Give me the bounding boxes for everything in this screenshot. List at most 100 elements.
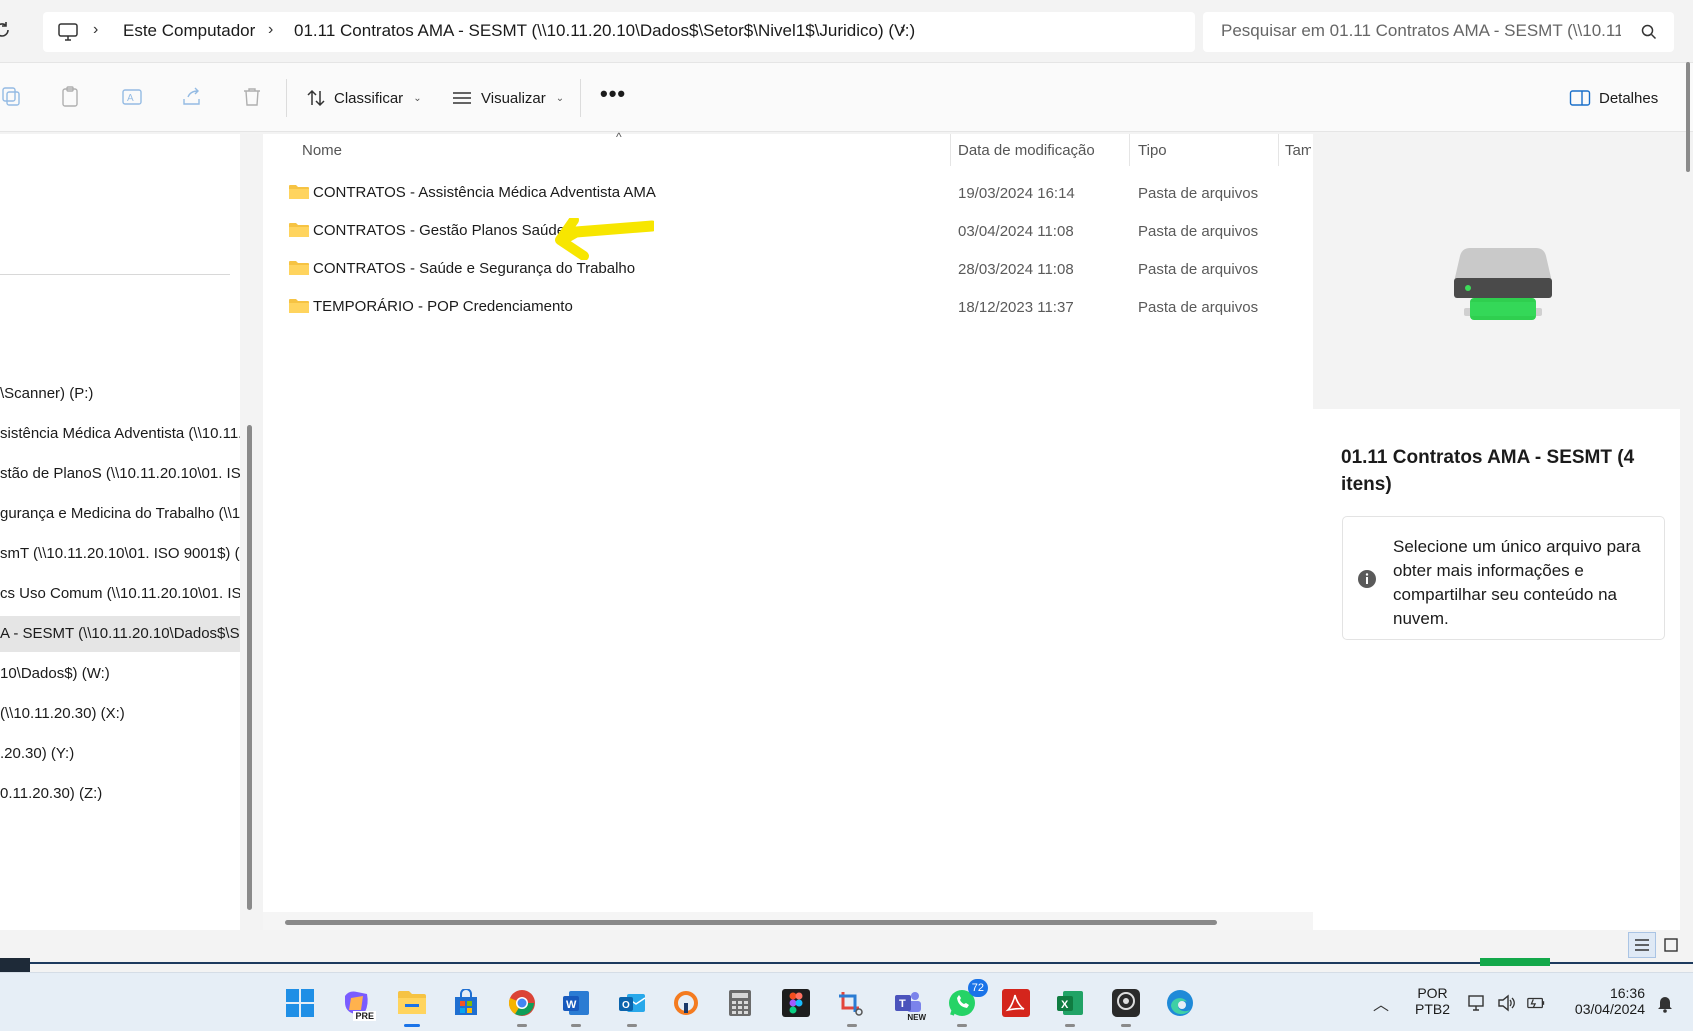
nav-item-drive-v-selected[interactable]: A - SESMT (\\10.11.20.10\Dados$\Se xyxy=(0,616,240,652)
calculator-app[interactable] xyxy=(724,987,756,1019)
window-edge xyxy=(0,958,30,972)
word-app[interactable]: W xyxy=(560,987,592,1027)
chrome-app[interactable] xyxy=(506,987,538,1027)
vpn-app[interactable] xyxy=(670,987,702,1019)
clock[interactable]: 16:36 03/04/2024 xyxy=(1565,985,1645,1017)
file-name: CONTRATOS - Gestão Planos Saúde xyxy=(313,222,566,239)
volume-icon[interactable] xyxy=(1496,993,1516,1013)
column-header-name[interactable]: Nome xyxy=(302,142,342,159)
running-indicator xyxy=(627,1024,637,1027)
svg-text:X: X xyxy=(1061,999,1069,1011)
clock-time: 16:36 xyxy=(1609,985,1645,1001)
keyboard-layout: PTB2 xyxy=(1414,1001,1450,1017)
nav-item-drive-uso-comum[interactable]: cs Uso Comum (\\10.11.20.10\01. ISC xyxy=(0,576,240,612)
window-scrollbar[interactable] xyxy=(1686,62,1690,172)
rename-icon[interactable]: A xyxy=(120,85,144,109)
search-input[interactable] xyxy=(1221,21,1621,41)
scissors-icon xyxy=(839,992,863,1016)
network-icon[interactable] xyxy=(1467,993,1487,1013)
excel-app[interactable]: X xyxy=(1054,987,1086,1027)
copilot-app[interactable]: PRE xyxy=(340,987,376,1021)
store-icon xyxy=(455,989,477,1015)
app-icon xyxy=(1112,989,1140,1017)
nav-item-drive-w[interactable]: 10\Dados$) (W:) xyxy=(0,656,240,692)
sort-button[interactable]: Classificar ⌄ xyxy=(306,83,422,113)
nav-scrollbar[interactable] xyxy=(247,425,252,910)
file-date: 18/12/2023 11:37 xyxy=(958,299,1074,316)
breadcrumb-current-folder[interactable]: 01.11 Contratos AMA - SESMT (\\10.11.20.… xyxy=(294,21,915,41)
nav-item-drive-p[interactable]: \Scanner) (P:) xyxy=(0,376,240,412)
address-bar[interactable]: › Este Computador › 01.11 Contratos AMA … xyxy=(43,12,1195,52)
share-icon[interactable] xyxy=(180,85,204,109)
language-code: POR xyxy=(1417,985,1448,1001)
nav-item-label: sistência Médica Adventista (\\10.11.2 xyxy=(0,425,240,442)
column-divider[interactable] xyxy=(1129,134,1130,166)
intellicase-app[interactable] xyxy=(1110,987,1142,1027)
folder-icon xyxy=(289,261,309,275)
status-bar xyxy=(0,930,1693,960)
column-divider[interactable] xyxy=(950,134,951,166)
chevron-down-icon: ⌄ xyxy=(555,92,565,104)
file-row[interactable]: CONTRATOS - Saúde e Segurança do Trabalh… xyxy=(263,251,1313,289)
computer-icon[interactable] xyxy=(57,21,79,43)
outlook-icon: O xyxy=(619,994,646,1012)
teams-badge: NEW xyxy=(907,1013,926,1022)
trash-icon[interactable] xyxy=(240,85,264,109)
sort-ascending-icon: ^ xyxy=(616,130,622,144)
running-indicator xyxy=(957,1024,967,1027)
nav-item-drive-seguranca[interactable]: gurança e Medicina do Trabalho (\\1( xyxy=(0,496,240,532)
edge-app[interactable] xyxy=(1164,987,1196,1019)
figma-app[interactable] xyxy=(780,987,812,1019)
search-icon[interactable] xyxy=(1640,23,1658,41)
breadcrumb-this-pc[interactable]: Este Computador xyxy=(123,21,255,41)
file-row[interactable]: TEMPORÁRIO - POP Credenciamento 18/12/20… xyxy=(263,289,1313,327)
chevron-right-icon[interactable]: › xyxy=(900,21,905,39)
toolbar-divider xyxy=(286,79,287,117)
file-name: CONTRATOS - Saúde e Segurança do Trabalh… xyxy=(313,260,636,277)
battery-icon[interactable] xyxy=(1526,993,1546,1013)
notification-bell-icon[interactable] xyxy=(1655,993,1675,1013)
nav-item-drive-assistencia[interactable]: sistência Médica Adventista (\\10.11.2 xyxy=(0,416,240,452)
file-row[interactable]: CONTRATOS - Assistência Médica Adventist… xyxy=(263,175,1313,213)
info-icon xyxy=(1358,570,1376,588)
column-divider[interactable] xyxy=(1278,134,1279,166)
nav-item-drive-t[interactable]: smT (\\10.11.20.10\01. ISO 9001$) (T: xyxy=(0,536,240,572)
details-view-button[interactable] xyxy=(1628,932,1656,958)
tiles-view-button[interactable] xyxy=(1657,932,1685,958)
chevron-up-icon[interactable]: ︿ xyxy=(1373,991,1389,1015)
details-button[interactable]: Detalhes xyxy=(1569,83,1658,113)
more-options-button[interactable]: ••• xyxy=(600,83,626,105)
paste-icon[interactable] xyxy=(58,85,82,109)
search-box[interactable] xyxy=(1203,12,1674,52)
column-header-type[interactable]: Tipo xyxy=(1138,142,1167,159)
view-button[interactable]: Visualizar ⌄ xyxy=(451,83,564,113)
folder-icon xyxy=(289,223,309,237)
file-row[interactable]: CONTRATOS - Gestão Planos Saúde 03/04/20… xyxy=(263,213,1313,251)
horizontal-scrollbar[interactable] xyxy=(285,920,1217,925)
acrobat-app[interactable] xyxy=(1000,987,1032,1019)
nav-item-drive-gestao[interactable]: stão de PlanoS (\\10.11.20.10\01. ISC xyxy=(0,456,240,492)
nav-item-drive-z[interactable]: 0.11.20.30) (Z:) xyxy=(0,776,240,812)
notification-badge: 72 xyxy=(967,979,988,997)
view-icon xyxy=(453,92,471,104)
file-explorer-app[interactable] xyxy=(396,987,428,1027)
chevron-right-icon[interactable]: › xyxy=(268,21,273,39)
snipping-tool-app[interactable] xyxy=(836,987,868,1027)
outlook-app[interactable]: O xyxy=(616,987,648,1027)
nav-item-drive-y[interactable]: .20.30) (Y:) xyxy=(0,736,240,772)
chevron-right-icon[interactable]: › xyxy=(93,21,98,39)
whatsapp-app[interactable]: 72 xyxy=(946,979,988,1027)
copy-icon[interactable] xyxy=(0,85,24,109)
nav-item-label: stão de PlanoS (\\10.11.20.10\01. ISC xyxy=(0,465,240,482)
nav-item-drive-x[interactable]: (\\10.11.20.30) (X:) xyxy=(0,696,240,732)
refresh-icon[interactable] xyxy=(0,20,12,40)
running-indicator xyxy=(517,1024,527,1027)
store-app[interactable] xyxy=(450,987,482,1019)
nav-divider xyxy=(0,274,230,275)
start-button[interactable] xyxy=(284,987,316,1019)
address-row: › Este Computador › 01.11 Contratos AMA … xyxy=(0,0,1693,62)
teams-app[interactable]: T NEW xyxy=(892,987,926,1022)
column-header-date[interactable]: Data de modificação xyxy=(958,142,1095,159)
language-indicator[interactable]: POR PTB2 xyxy=(1410,985,1455,1017)
column-header-size[interactable]: Tam xyxy=(1285,142,1311,159)
